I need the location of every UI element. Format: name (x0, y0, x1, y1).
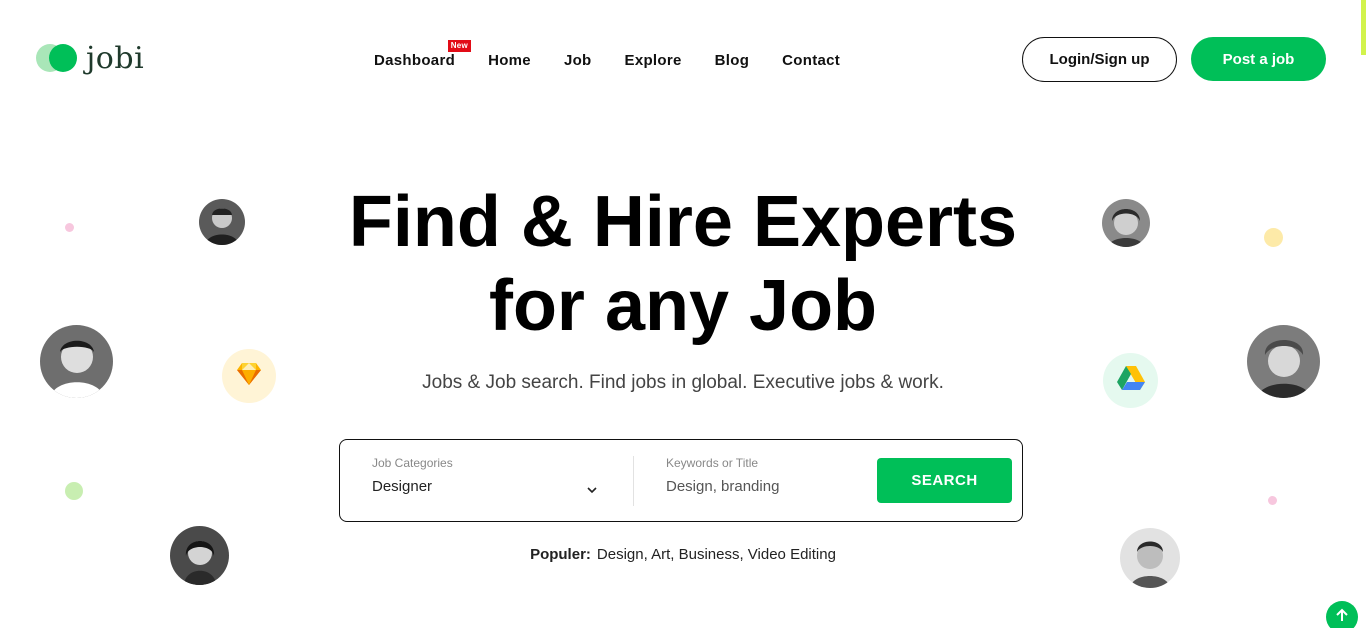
job-category-value: Designer (372, 478, 433, 495)
hero-title-line1: Find & Hire Experts (348, 182, 1018, 262)
login-signup-button[interactable]: Login/Sign up (1022, 37, 1177, 82)
hero-title: Find & Hire Experts for any Job (283, 180, 1083, 348)
job-search-form: Job Categories Designer Keywords or Titl… (339, 439, 1023, 522)
expert-avatar (1102, 199, 1150, 247)
decor-dot (65, 223, 74, 232)
main-nav: Dashboard New Home Job Explore Blog Cont… (374, 39, 873, 72)
search-button[interactable]: SEARCH (877, 458, 1012, 503)
google-drive-icon (1116, 366, 1145, 395)
scroll-top-button[interactable] (1326, 601, 1358, 628)
nav-item-contact[interactable]: Contact (782, 52, 840, 69)
brand-name: jobi (86, 40, 145, 76)
nav-item-home[interactable]: Home (488, 52, 531, 69)
job-category-select[interactable]: Job Categories Designer (372, 456, 597, 495)
job-category-label: Job Categories (372, 456, 453, 470)
decor-dot (1268, 496, 1277, 505)
nav-item-label: Dashboard (374, 51, 456, 69)
expert-avatar (1120, 528, 1180, 588)
sketch-badge (222, 349, 276, 403)
expert-avatar (40, 325, 113, 398)
hero-subtitle: Jobs & Job search. Find jobs in global. … (422, 372, 944, 393)
nav-item-explore[interactable]: Explore (625, 52, 682, 69)
logo-mark-icon (36, 42, 78, 74)
arrow-up-icon (1335, 608, 1349, 627)
decor-dot (65, 482, 83, 500)
expert-avatar (199, 199, 245, 245)
drive-badge (1103, 353, 1158, 408)
keyword-label: Keywords or Title (666, 456, 759, 470)
expert-avatar (1247, 325, 1320, 398)
popular-searches: Populer: Design, Art, Business, Video Edi… (283, 546, 1083, 563)
chevron-down-icon[interactable] (587, 482, 597, 494)
expert-avatar (170, 526, 229, 585)
nav-item-dashboard[interactable]: Dashboard New (374, 39, 472, 69)
decor-dot (1264, 228, 1283, 247)
new-badge: New (447, 39, 472, 52)
sketch-diamond-icon (236, 362, 262, 391)
popular-label: Populer: (530, 546, 591, 563)
popular-tags[interactable]: Design, Art, Business, Video Editing (597, 546, 836, 563)
post-job-button[interactable]: Post a job (1191, 37, 1326, 81)
hero-title-line2: for any Job (488, 266, 878, 346)
keyword-input[interactable]: Design, branding (666, 478, 866, 495)
field-divider (633, 456, 634, 506)
keyword-field[interactable]: Keywords or Title Design, branding (666, 456, 866, 495)
site-header: jobi Dashboard New Home Job Explore Blog… (0, 0, 1366, 120)
nav-item-job[interactable]: Job (564, 52, 592, 69)
brand-logo[interactable]: jobi (36, 40, 144, 76)
edge-accent-bar (1361, 0, 1366, 55)
nav-item-blog[interactable]: Blog (715, 52, 750, 69)
